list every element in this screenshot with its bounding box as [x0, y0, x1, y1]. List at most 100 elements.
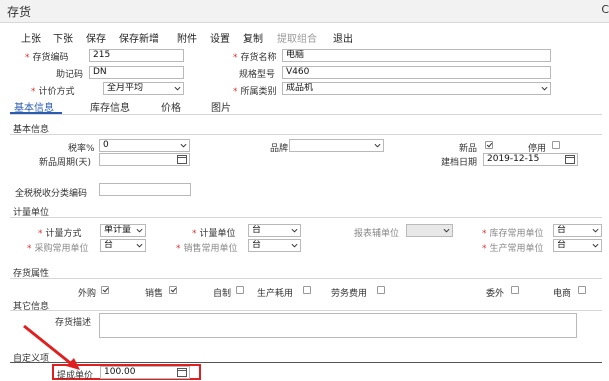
sales-unit-value: 台 [252, 240, 262, 250]
chevron-down-icon [291, 228, 298, 233]
purchase-unit-label: * 采购常用单位 [27, 244, 89, 254]
production-unit-select[interactable]: 台 [553, 239, 602, 252]
new-label: 新品 [459, 144, 478, 154]
chevron-down-icon [592, 228, 599, 233]
title-bar: 存货 C [0, 0, 609, 23]
chevron-down-icon [174, 86, 181, 91]
sales-unit-select[interactable]: 台 [248, 239, 301, 252]
chevron-down-icon [443, 228, 450, 233]
calendar-icon[interactable] [565, 155, 575, 164]
attachment-button[interactable]: 附件 [177, 30, 197, 45]
attr-selfmade-checkbox[interactable] [236, 286, 244, 294]
created-value: 2019-12-15 [487, 154, 540, 164]
pricing-label: * 计价方式 [31, 87, 75, 97]
category-label: * 所属类别 [233, 87, 277, 97]
tax-value: 0 [103, 140, 109, 150]
exit-button[interactable]: 退出 [333, 30, 353, 45]
sales-unit-label: * 销售常用单位 [176, 244, 238, 254]
section-divider [10, 310, 602, 311]
attr-ecommerce-label: 电商 [553, 289, 572, 299]
stock-unit-label: * 库存常用单位 [482, 229, 544, 239]
taxcode-label: 全税税收分类编码 [15, 189, 88, 199]
production-unit-value: 台 [557, 240, 567, 250]
brand-select[interactable] [289, 139, 384, 152]
chevron-down-icon [180, 143, 187, 148]
attr-outsource-label: 委外 [486, 289, 505, 299]
attr-purchase-checkbox[interactable] [101, 286, 109, 294]
attr-ecommerce-checkbox[interactable] [578, 286, 586, 294]
created-date-input[interactable]: 2019-12-15 [483, 153, 578, 166]
tab-price[interactable]: 价格 [161, 99, 181, 114]
next-button[interactable]: 下张 [53, 30, 73, 45]
tax-label: 税率% [68, 144, 95, 154]
report-unit-select[interactable] [406, 224, 453, 237]
settings-button[interactable]: 设置 [210, 30, 230, 45]
method-value: 单计量 [104, 225, 132, 235]
copy-button[interactable]: 复制 [243, 30, 263, 45]
brand-label: 品牌 [270, 144, 289, 154]
stock-unit-select[interactable]: 台 [553, 224, 602, 237]
chevron-down-icon [291, 243, 298, 248]
commission-value: 100.00 [104, 367, 136, 377]
section-divider [10, 134, 602, 135]
taxcode-input[interactable] [99, 183, 191, 196]
tax-select[interactable]: 0 [99, 139, 190, 152]
extract-combo-button[interactable]: 提取组合 [277, 30, 317, 45]
calendar-icon[interactable] [177, 155, 187, 164]
unit-select[interactable]: 台 [248, 224, 301, 237]
model-label: 规格型号 [239, 70, 276, 80]
pricing-value: 全月平均 [107, 83, 144, 93]
attr-sales-checkbox[interactable] [169, 286, 177, 294]
description-textarea[interactable] [99, 313, 577, 338]
category-value: 成品机 [286, 83, 314, 93]
attr-production-checkbox[interactable] [303, 286, 311, 294]
window-edge-label: C [601, 3, 609, 16]
created-label: 建档日期 [441, 158, 478, 168]
name-label: * 存货名称 [233, 53, 277, 63]
category-select[interactable]: 成品机 [282, 82, 551, 95]
chevron-down-icon [374, 143, 381, 148]
save-button[interactable]: 保存 [86, 30, 106, 45]
new-checkbox[interactable] [485, 141, 493, 149]
chevron-down-icon [592, 243, 599, 248]
code-input[interactable]: 215 [89, 49, 184, 62]
model-input[interactable]: V460 [282, 66, 551, 79]
method-select[interactable]: 单计量 [100, 224, 146, 237]
newperiod-input[interactable] [99, 153, 190, 166]
production-unit-label: * 生产常用单位 [482, 244, 544, 254]
chevron-down-icon [136, 243, 143, 248]
chevron-down-icon [136, 228, 143, 233]
section-divider [10, 278, 602, 279]
disabled-checkbox[interactable] [552, 141, 560, 149]
attr-sales-label: 销售 [145, 289, 164, 299]
tab-divider [10, 114, 602, 115]
purchase-unit-value: 台 [104, 240, 114, 250]
section-divider [10, 217, 602, 218]
prev-button[interactable]: 上张 [21, 30, 41, 45]
report-unit-label: 报表辅单位 [354, 229, 400, 239]
chevron-down-icon [541, 86, 548, 91]
newperiod-label: 新品周期(天) [39, 158, 92, 168]
code-label: * 存货编码 [25, 53, 69, 63]
calendar-icon[interactable] [177, 368, 187, 377]
unit-label: * 计量单位 [192, 229, 236, 239]
tab-stock-info[interactable]: 库存信息 [90, 99, 130, 114]
attr-labor-checkbox[interactable] [377, 286, 385, 294]
window-title: 存货 [7, 5, 32, 19]
section-divider [10, 362, 602, 363]
attr-outsource-checkbox[interactable] [511, 286, 519, 294]
commission-label: 提成单价 [57, 371, 94, 381]
tab-image[interactable]: 图片 [211, 99, 231, 114]
attr-purchase-label: 外购 [78, 289, 97, 299]
unit-value: 台 [252, 225, 262, 235]
commission-input[interactable]: 100.00 [100, 366, 190, 379]
save-new-button[interactable]: 保存新增 [119, 30, 159, 45]
mnemonic-label: 助记码 [56, 70, 84, 80]
attr-labor-label: 劳务费用 [331, 289, 368, 299]
pricing-select[interactable]: 全月平均 [103, 82, 184, 95]
name-input[interactable]: 电脑 [282, 49, 551, 62]
attr-production-label: 生产耗用 [257, 289, 294, 299]
purchase-unit-select[interactable]: 台 [100, 239, 146, 252]
mnemonic-input[interactable]: DN [89, 66, 184, 79]
attr-selfmade-label: 自制 [213, 289, 232, 299]
